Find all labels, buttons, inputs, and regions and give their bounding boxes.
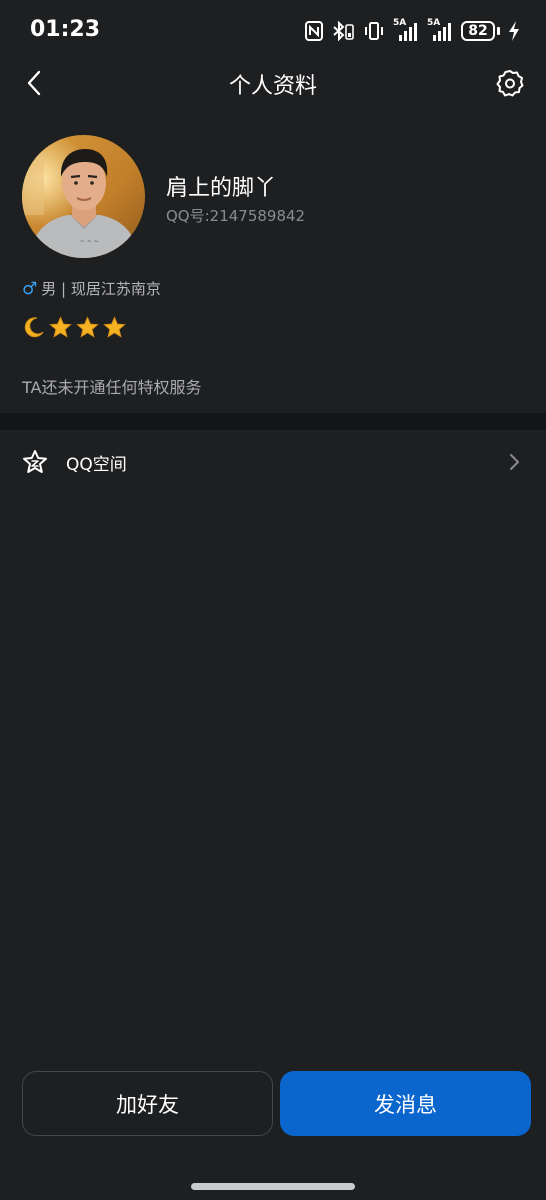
svg-text:~ ~ ~: ~ ~ ~: [80, 238, 99, 245]
profile-meta: ♂ 男 | 现居江苏南京: [22, 278, 161, 299]
add-friend-button[interactable]: 加好友: [22, 1071, 273, 1136]
star-icon: [76, 316, 99, 339]
qq-level[interactable]: [22, 316, 126, 339]
qzone-star-icon: [22, 449, 48, 475]
section-divider: [0, 413, 546, 430]
avatar[interactable]: ~ ~ ~: [22, 135, 145, 258]
battery-icon: 82: [461, 21, 500, 41]
qzone-label: QQ空间: [66, 455, 127, 475]
signal-label: 5A: [393, 18, 407, 28]
gender-location: 男 | 现居江苏南京: [41, 280, 161, 298]
send-message-button[interactable]: 发消息: [280, 1071, 531, 1136]
star-icon: [103, 316, 126, 339]
status-time: 01:23: [30, 17, 101, 42]
privilege-text: TA还未开通任何特权服务: [22, 378, 202, 397]
nfc-icon: [305, 21, 323, 41]
charging-icon: [508, 21, 520, 41]
star-icon: [49, 316, 72, 339]
bluetooth-icon: [331, 21, 355, 41]
gear-icon[interactable]: [496, 69, 524, 97]
signal-label: 5A: [427, 18, 441, 28]
qzone-row[interactable]: QQ空间: [0, 430, 546, 494]
status-icons: 5A 5A 82: [305, 18, 520, 43]
chevron-right-icon: [508, 452, 522, 472]
nav-bar: 个人资料: [0, 58, 546, 108]
male-icon: ♂: [22, 278, 38, 299]
status-bar: 01:23 5A 5A 82: [0, 0, 546, 62]
profile-name: 肩上的脚丫: [166, 176, 277, 201]
signal-icon: 5A: [427, 18, 453, 42]
vibrate-icon: [363, 21, 385, 41]
page-title: 个人资料: [228, 74, 317, 99]
moon-icon: [22, 316, 45, 339]
signal-icon: 5A: [393, 18, 419, 42]
profile-screen: 01:23 5A 5A 82 个人资料 ~ ~ ~ 肩上的脚丫 QQ号:2147…: [0, 0, 546, 1200]
battery-level: 82: [461, 21, 495, 41]
qq-number: QQ号:2147589842: [166, 207, 306, 225]
home-indicator[interactable]: [191, 1183, 355, 1190]
